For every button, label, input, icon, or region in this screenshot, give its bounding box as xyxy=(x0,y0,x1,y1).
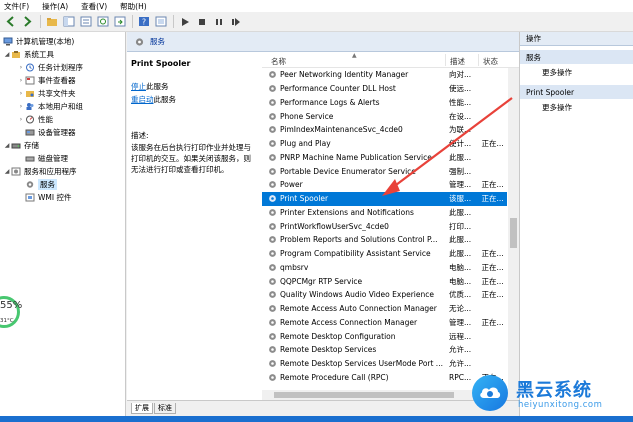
cloud-logo-icon xyxy=(472,375,508,411)
taskbar-strip xyxy=(0,416,633,422)
watermark-brand: 黑云系统 xyxy=(516,380,592,401)
actions-section-services[interactable]: 服务 xyxy=(520,50,633,64)
actions-pane: 操作 服务 更多操作 Print Spooler 更多操作 xyxy=(519,32,633,422)
actions-header: 操作 xyxy=(520,32,633,46)
more-actions-print-spooler[interactable]: 更多操作 xyxy=(542,101,572,113)
watermark-url: heiyunxitong.com xyxy=(518,400,603,410)
watermark: 黑云系统 heiyunxitong.com xyxy=(462,372,633,422)
actions-section-print-spooler[interactable]: Print Spooler xyxy=(520,85,633,99)
arrow-head xyxy=(382,179,400,196)
arrow-shaft xyxy=(391,97,513,189)
more-actions-services[interactable]: 更多操作 xyxy=(542,66,572,78)
